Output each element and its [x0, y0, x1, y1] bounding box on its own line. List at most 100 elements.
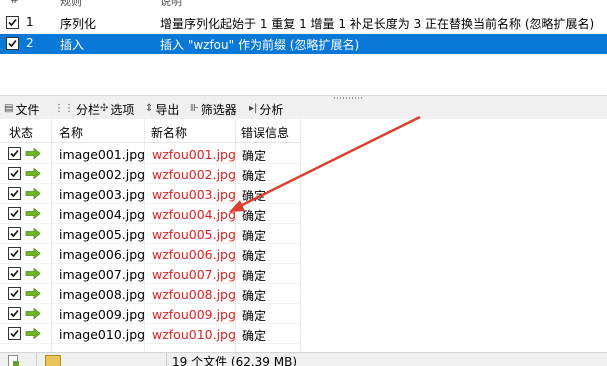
file-new-name: wzfou004.jpg — [152, 207, 236, 222]
toolbar-file-label: 文件 — [15, 102, 40, 117]
file-error-status: 确定 — [242, 149, 267, 163]
file-checkbox[interactable] — [8, 307, 21, 320]
rules-header-number[interactable]: # — [10, 0, 19, 6]
file-row[interactable]: image002.jpg wzfou002.jpg 确定 — [0, 164, 300, 184]
green-arrow-icon — [25, 267, 41, 282]
export-icon: ⇕ — [145, 103, 154, 114]
file-checkbox[interactable] — [8, 187, 21, 200]
green-arrow-icon — [25, 247, 41, 262]
toolbar-options-label: 选项 — [110, 102, 135, 117]
menu-icon: ▤ — [4, 103, 14, 114]
file-error-status: 确定 — [242, 269, 267, 283]
file-new-name: wzfou002.jpg — [152, 167, 236, 182]
header-new-name[interactable]: 新名称 — [151, 124, 187, 141]
file-error-status: 确定 — [242, 229, 267, 243]
file-new-name: wzfou009.jpg — [152, 307, 236, 322]
columns-icon: ⋮⋮ — [54, 103, 74, 114]
rule-description: 插入 "wzfou" 作为前缀 (忽略扩展名) — [160, 38, 360, 52]
green-arrow-icon — [25, 167, 41, 182]
green-arrow-icon — [25, 187, 41, 202]
file-new-name: wzfou005.jpg — [152, 227, 236, 242]
toolbar-filter-button[interactable]: ⊪ 筛选器 — [190, 101, 237, 117]
file-checkbox[interactable] — [8, 287, 21, 300]
file-row[interactable]: image008.jpg wzfou008.jpg 确定 — [0, 284, 300, 304]
file-name: image005.jpg — [59, 227, 146, 242]
file-row[interactable]: image004.jpg wzfou004.jpg 确定 — [0, 204, 300, 224]
file-checkbox[interactable] — [8, 147, 21, 160]
file-error-status: 确定 — [242, 289, 267, 303]
rule-description: 增量序列化起始于 1 重复 1 增量 1 补足长度为 3 正在替换当前名称 (忽… — [160, 17, 595, 31]
file-row[interactable]: image010.jpg wzfou010.jpg 确定 — [0, 324, 300, 344]
file-checkbox[interactable] — [8, 327, 21, 340]
analyze-icon: ▸| — [249, 103, 258, 114]
rule-number: 1 — [26, 15, 34, 29]
green-arrow-icon — [25, 147, 41, 162]
toolbar-columns-label: 分栏 — [76, 102, 101, 117]
rules-list: # 规则 说明 1 序列化 增量序列化起始于 1 重复 1 增量 1 补足长度为… — [0, 0, 607, 95]
toolbar-export-label: 导出 — [155, 102, 180, 117]
status-divider — [36, 353, 37, 366]
file-error-status: 确定 — [242, 189, 267, 203]
toolbar-analyze-label: 分析 — [259, 102, 284, 117]
file-name: image009.jpg — [59, 307, 146, 322]
rules-header-rule[interactable]: 规则 — [60, 0, 82, 9]
file-new-name: wzfou006.jpg — [152, 247, 236, 262]
file-error-status: 确定 — [242, 249, 267, 263]
file-error-status: 确定 — [242, 329, 267, 343]
file-checkbox[interactable] — [8, 207, 21, 220]
rule-name: 序列化 — [60, 17, 97, 31]
toolbar-file-button[interactable]: ▤ 文件 — [4, 101, 39, 117]
rules-header: # 规则 说明 — [0, 0, 607, 9]
files-header: 状态 名称 新名称 错误信息 — [0, 119, 300, 143]
file-name: image002.jpg — [59, 167, 146, 182]
file-checkbox[interactable] — [8, 247, 21, 260]
file-name: image007.jpg — [59, 267, 146, 282]
status-divider — [166, 353, 167, 366]
green-arrow-icon — [25, 207, 41, 222]
file-name: image001.jpg — [59, 147, 146, 162]
file-row[interactable]: image006.jpg wzfou006.jpg 确定 — [0, 244, 300, 264]
green-arrow-icon — [25, 307, 41, 322]
header-error[interactable]: 错误信息 — [241, 124, 289, 141]
file-checkbox[interactable] — [8, 167, 21, 180]
rule-row-selected[interactable]: 2 插入 插入 "wzfou" 作为前缀 (忽略扩展名) — [0, 34, 607, 54]
file-row[interactable]: image007.jpg wzfou007.jpg 确定 — [0, 264, 300, 284]
file-new-name: wzfou003.jpg — [152, 187, 236, 202]
file-row[interactable]: image005.jpg wzfou005.jpg 确定 — [0, 224, 300, 244]
column-divider — [300, 119, 301, 352]
toolbar-export-button[interactable]: ⇕ 导出 — [145, 101, 179, 117]
file-row[interactable]: image003.jpg wzfou003.jpg 确定 — [0, 184, 300, 204]
toolbar-options-button[interactable]: ✣ 选项 — [100, 101, 134, 117]
file-error-status: 确定 — [242, 309, 267, 323]
filter-icon: ⊪ — [190, 103, 199, 114]
toolbar-analyze-button[interactable]: ▸| 分析 — [249, 101, 283, 117]
green-arrow-icon — [25, 327, 41, 342]
rules-header-description[interactable]: 说明 — [160, 0, 182, 9]
rule-row[interactable]: 1 序列化 增量序列化起始于 1 重复 1 增量 1 补足长度为 3 正在替换当… — [0, 13, 607, 33]
files-toolbar: ▤ 文件 ⋮⋮ 分栏 ✣ 选项 ⇕ 导出 ⊪ 筛选器 ▸| 分析 — [0, 99, 607, 119]
file-checkbox[interactable] — [8, 227, 21, 240]
file-name: image008.jpg — [59, 287, 146, 302]
file-count: 19 个文件 (62.39 MB) — [172, 355, 298, 366]
options-icon: ✣ — [100, 103, 109, 114]
file-new-name: wzfou007.jpg — [152, 267, 236, 282]
file-new-name: wzfou008.jpg — [152, 287, 236, 302]
add-files-icon[interactable] — [8, 355, 19, 366]
green-arrow-icon — [25, 287, 41, 302]
rule-checkbox[interactable] — [6, 16, 19, 29]
file-name: image004.jpg — [59, 207, 146, 222]
toolbar-columns-button[interactable]: ⋮⋮ 分栏 — [54, 101, 100, 117]
header-name[interactable]: 名称 — [59, 124, 83, 141]
toolbar-filter-label: 筛选器 — [200, 102, 237, 117]
file-checkbox[interactable] — [8, 267, 21, 280]
file-new-name: wzfou010.jpg — [152, 327, 236, 342]
file-row[interactable]: image001.jpg wzfou001.jpg 确定 — [0, 144, 300, 164]
file-name: image003.jpg — [59, 187, 146, 202]
green-arrow-icon — [25, 227, 41, 242]
header-status[interactable]: 状态 — [9, 124, 33, 141]
file-row[interactable]: image009.jpg wzfou009.jpg 确定 — [0, 304, 300, 324]
rule-checkbox[interactable] — [6, 37, 19, 50]
rule-number: 2 — [26, 36, 34, 50]
rule-name: 插入 — [60, 38, 85, 52]
folder-icon[interactable] — [45, 355, 61, 366]
